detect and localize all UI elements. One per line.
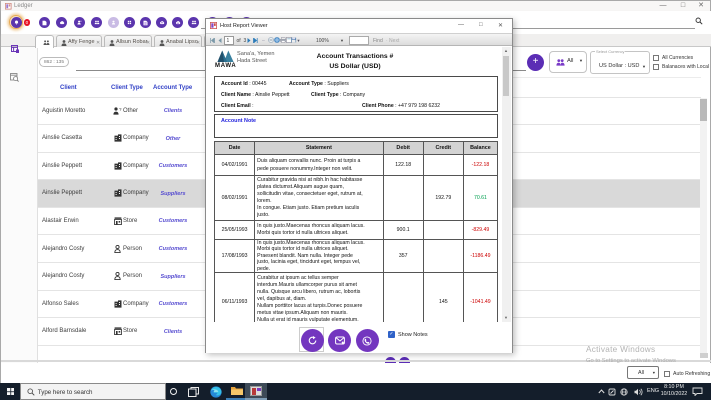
svg-text:?: ?	[119, 107, 122, 112]
